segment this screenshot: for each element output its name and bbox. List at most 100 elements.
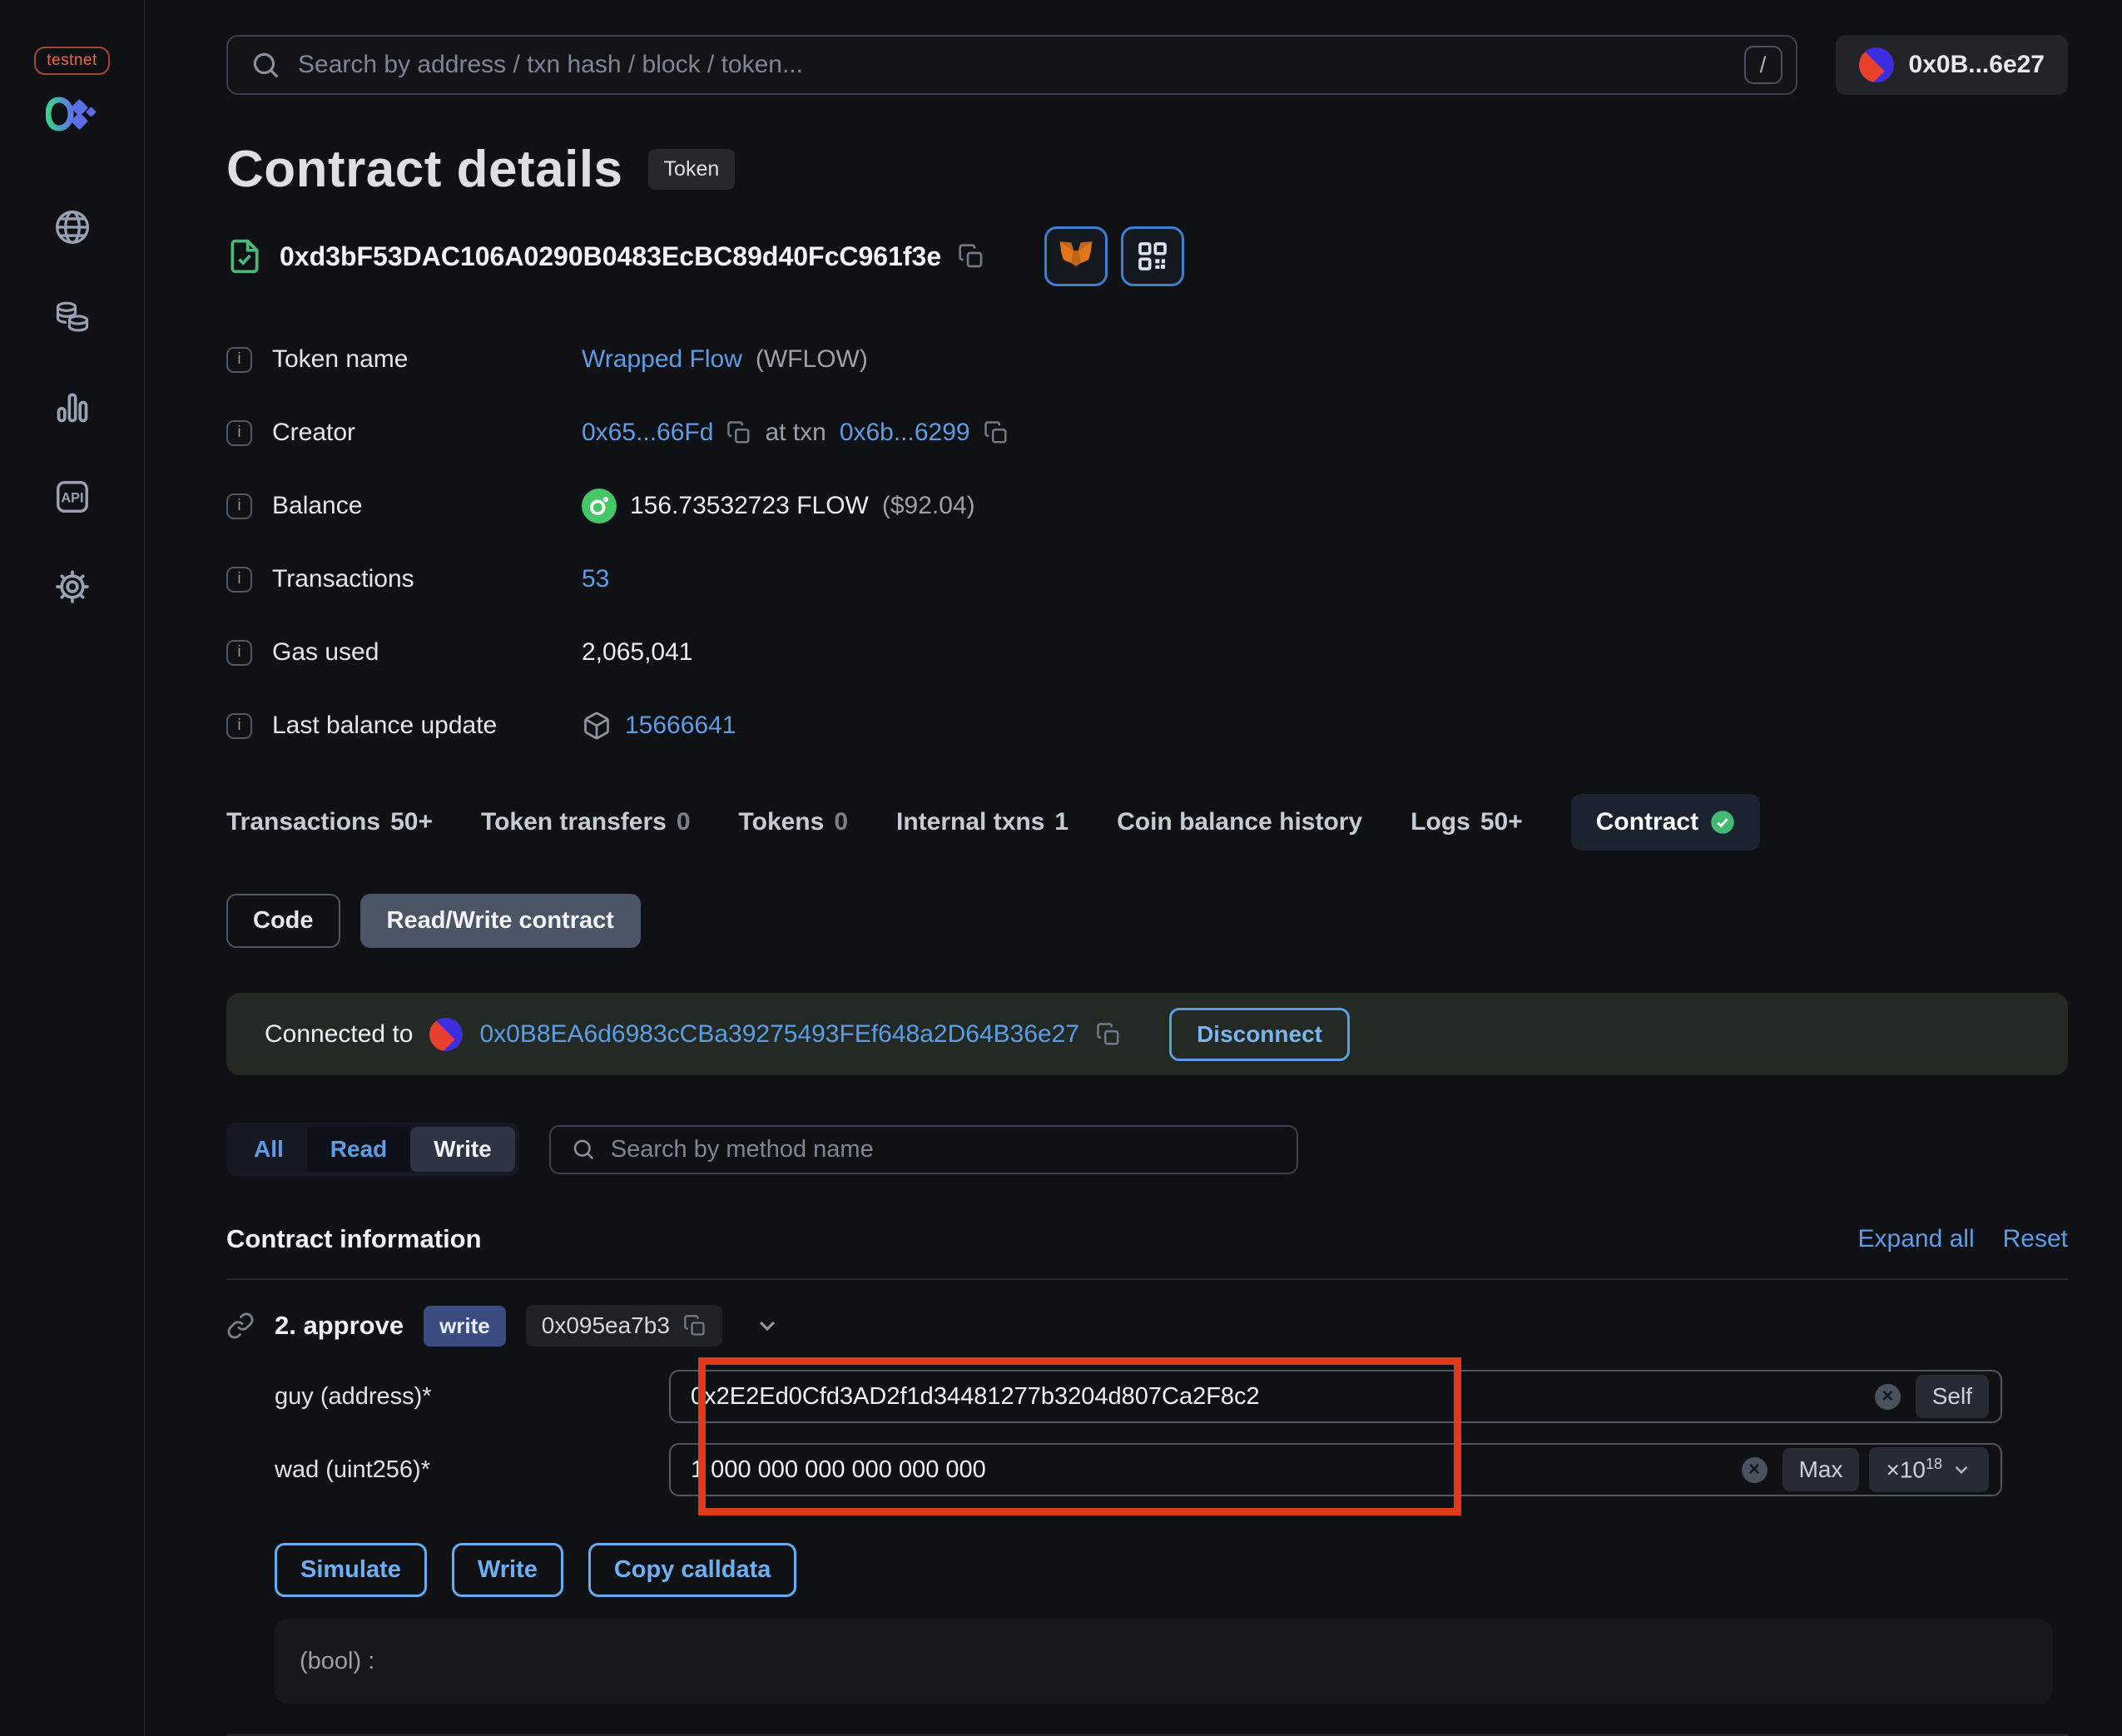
settings-gear-icon[interactable] [53,568,92,606]
api-icon[interactable]: API [53,478,92,516]
method-selector-badge: 0x095ea7b3 [525,1305,722,1347]
read-write-contract-tab-button[interactable]: Read/Write contract [359,894,641,948]
copy-creator-button[interactable] [726,420,751,445]
code-tab-button[interactable]: Code [226,894,340,948]
wallet-avatar [1858,47,1894,82]
link-icon [226,1312,255,1340]
wad-uint256-field[interactable]: × Max ×1018 [669,1443,2002,1496]
add-to-metamask-button[interactable] [1044,226,1108,286]
contract-info-list: i Token name Wrapped Flow (WFLOW) i Crea… [226,339,2068,746]
chevron-down-icon [1951,1459,1972,1481]
wad-uint256-input[interactable] [691,1456,1735,1484]
verified-contract-icon [226,238,263,275]
wallet-account-button[interactable]: 0x0B...6e27 [1835,35,2068,95]
qr-code-button[interactable] [1121,226,1185,286]
self-button[interactable]: Self [1915,1375,1989,1418]
contract-address-row: 0xd3bF53DAC106A0290B0483EcBC89d40FcC961f… [226,226,2068,286]
tab-token-transfers[interactable]: Token transfers 0 [481,808,691,836]
section-title: Contract information [226,1224,482,1253]
last-balance-block-link[interactable]: 15666641 [625,712,736,740]
method-output-panel: (bool) : [275,1619,2053,1704]
copy-address-button[interactable] [958,243,984,270]
tab-contract-active[interactable]: Contract [1570,794,1761,851]
info-row-creator: i Creator 0x65...66Fd at txn 0x6b...6299 [226,412,2068,454]
tab-tokens[interactable]: Tokens 0 [739,808,849,836]
reset-link[interactable]: Reset [2003,1225,2068,1253]
creation-txn-link[interactable]: 0x6b...6299 [840,419,970,447]
tab-bar: Transactions 50+ Token transfers 0 Tokens 0… [226,794,2068,851]
field-row-guy: guy (address)* × Self [226,1370,2068,1423]
info-row-balance: i Balance 156.73532723 FLOW ($92.04) [226,485,2068,527]
copy-txn-button[interactable] [984,420,1009,445]
filter-all[interactable]: All [231,1127,307,1172]
connected-address-link[interactable]: 0x0B8EA6d6983cCBa39275493FEf648a2D64B36e… [479,1020,1079,1049]
method-write-badge: write [424,1305,506,1347]
contract-subtabs: Code Read/Write contract [226,894,2068,948]
top-bar: / 0x0B...6e27 [226,35,2068,95]
page-title: Contract details [226,141,623,198]
metamask-fox-icon [1058,238,1094,275]
multiplier-dropdown[interactable]: ×1018 [1869,1447,1989,1492]
disconnect-button[interactable]: Disconnect [1169,1007,1350,1061]
clear-wad-icon[interactable]: × [1741,1456,1768,1483]
tokens-icon[interactable] [53,298,92,336]
guy-address-field[interactable]: × Self [669,1370,2002,1423]
copy-selector-button[interactable] [683,1314,707,1337]
max-button[interactable]: Max [1782,1448,1860,1491]
connected-banner: Connected to 0x0B8EA6d6983cCBa39275493FE… [226,993,2068,1075]
creator-address-link[interactable]: 0x65...66Fd [582,419,713,447]
field-label-guy: guy (address)* [275,1382,432,1410]
connected-avatar [429,1017,464,1051]
qr-code-icon [1136,240,1169,273]
transactions-count-link[interactable]: 53 [582,565,609,593]
address-actions [1044,226,1185,286]
copy-connected-address-button[interactable] [1096,1022,1121,1047]
global-search[interactable]: / [226,35,1797,95]
connected-label: Connected to [265,1019,414,1048]
stats-icon[interactable] [53,388,92,426]
filter-write-active[interactable]: Write [410,1127,515,1172]
tab-transactions[interactable]: Transactions 50+ [226,808,433,836]
chevron-down-icon[interactable] [754,1312,781,1339]
simulate-button[interactable]: Simulate [275,1543,427,1597]
method-filter-row: All Read Write [226,1123,2068,1176]
method-approve-row[interactable]: 2. approve write 0x095ea7b3 [226,1305,2068,1347]
block-cube-icon [582,711,612,741]
field-row-wad: wad (uint256)* × Max ×1018 [226,1443,2068,1496]
filter-read[interactable]: Read [306,1127,411,1172]
wallet-address-short: 0x0B...6e27 [1908,51,2045,78]
info-row-token-name: i Token name Wrapped Flow (WFLOW) [226,339,2068,380]
contract-information-header: Contract information Expand all Reset [226,1224,2068,1254]
clear-guy-icon[interactable]: × [1874,1383,1901,1410]
info-icon: i [226,712,252,739]
app-logo[interactable] [45,93,99,135]
contract-type-badge: Token [647,149,736,190]
blockchain-icon[interactable] [53,208,92,246]
guy-address-input[interactable] [691,1382,1868,1411]
field-label-wad: wad (uint256)* [275,1456,430,1483]
verified-check-icon [1710,810,1735,835]
section-divider [226,1278,2068,1280]
method-actions: Simulate Write Copy calldata [275,1543,2068,1597]
sidebar-nav: API [53,208,92,606]
info-icon: i [226,493,252,519]
expand-all-link[interactable]: Expand all [1858,1225,1975,1253]
tab-coin-balance-history[interactable]: Coin balance history [1117,808,1362,836]
method-type-segmented-control: All Read Write [226,1123,519,1176]
tab-internal-txns[interactable]: Internal txns 1 [896,808,1068,836]
balance-value: 156.73532723 FLOW [630,492,869,519]
svg-text:API: API [61,491,83,506]
method-search[interactable] [548,1124,1298,1174]
tab-logs[interactable]: Logs 50+ [1411,808,1523,836]
method-search-input[interactable] [610,1135,1277,1163]
write-button[interactable]: Write [451,1543,563,1597]
method-form: guy (address)* × Self wad (uint256)* × M… [226,1357,2068,1515]
search-icon [571,1137,596,1162]
copy-calldata-button[interactable]: Copy calldata [588,1543,797,1597]
global-search-input[interactable] [298,51,1728,79]
info-icon: i [226,639,252,666]
info-row-last-balance-update: i Last balance update 15666641 [226,705,2068,746]
token-name-link[interactable]: Wrapped Flow [582,345,742,374]
page-header: Contract details Token [226,140,2068,199]
info-icon: i [226,419,252,446]
